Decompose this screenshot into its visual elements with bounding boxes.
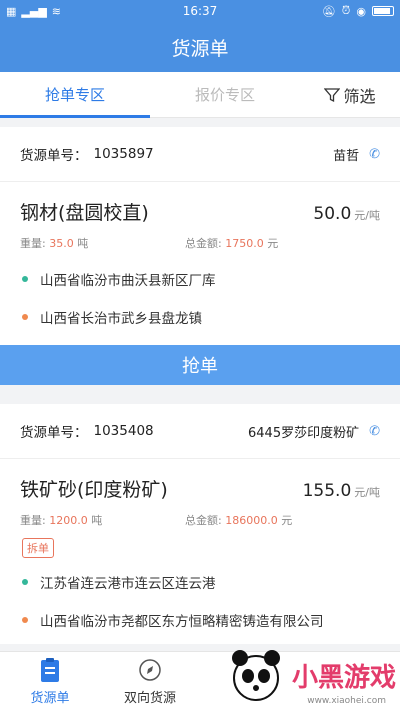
destination-address: 山西省长治市武乡县盘龙镇	[0, 307, 400, 327]
unit-price: 155.0	[302, 481, 352, 501]
tab-bar: 抢单专区 报价专区 筛选	[0, 72, 400, 118]
watermark-url: www.xiaohei.com	[307, 696, 386, 706]
order-no: 1035897	[93, 146, 154, 162]
weight-unit: 吨	[77, 237, 89, 250]
amount-value: 186000.0	[225, 514, 278, 527]
location-icon: ◉	[356, 4, 366, 18]
watermark-logo: 小黑游戏 www.xiaohei.com	[206, 640, 396, 710]
order-no-label: 货源单号：	[20, 425, 88, 441]
grab-order-button[interactable]: 抢单	[0, 345, 400, 385]
sim-icon: ▦	[6, 4, 17, 18]
wifi-icon: ≋	[51, 4, 62, 18]
amount-unit: 元	[267, 237, 279, 250]
order-header: 货源单号： 1035897 苗哲 ✆	[0, 127, 400, 182]
origin-text: 山西省临汾市曲沃县新区厂库	[40, 273, 216, 289]
order-card[interactable]: 货源单号： 1035408 6445罗莎印度粉矿 ✆ 铁矿砂(印度粉矿) 155…	[0, 404, 400, 644]
origin-address: 山西省临汾市曲沃县新区厂库	[0, 269, 400, 289]
mute-icon: 🔕︎	[321, 4, 336, 18]
weight-value: 35.0	[49, 237, 74, 250]
price-unit: 元/吨	[354, 486, 380, 499]
status-right: 🔕︎ ⏰︎ ◉	[254, 4, 394, 18]
amount-label: 总金额:	[185, 237, 226, 250]
weight-label: 重量:	[20, 514, 50, 527]
split-order-badge: 拆单	[22, 538, 54, 558]
origin-text: 江苏省连云港市连云区连云港	[40, 576, 216, 592]
weight-label: 重量:	[20, 237, 50, 250]
panda-icon	[231, 650, 280, 701]
nav-label: 双向货源	[123, 691, 176, 706]
destination-dot-icon	[22, 314, 28, 320]
origin-address: 江苏省连云港市连云区连云港	[0, 572, 400, 592]
phone-icon[interactable]: ✆	[369, 147, 380, 162]
compass-icon	[137, 657, 163, 683]
order-header: 货源单号： 1035408 6445罗莎印度粉矿 ✆	[0, 404, 400, 459]
origin-dot-icon	[22, 276, 28, 282]
nav-item-orders[interactable]: 货源单	[0, 652, 100, 711]
destination-text: 山西省临汾市尧都区东方恒略精密铸造有限公司	[40, 614, 324, 630]
order-no-label: 货源单号：	[20, 148, 88, 164]
nav-item-two-way[interactable]: 双向货源	[100, 652, 200, 711]
destination-text: 山西省长治市武乡县盘龙镇	[40, 311, 202, 327]
meta-row: 重量: 35.0 吨 总金额: 1750.0 元	[0, 235, 400, 251]
order-card[interactable]: 货源单号： 1035897 苗哲 ✆ 钢材(盘圆校直) 50.0 元/吨 重量:…	[0, 127, 400, 345]
tab-quote-orders[interactable]: 报价专区	[150, 72, 300, 117]
destination-address: 山西省临汾市尧都区东方恒略精密铸造有限公司	[0, 610, 400, 630]
filter-label: 筛选	[343, 86, 376, 106]
unit-price: 50.0	[313, 204, 352, 224]
status-left: ▦ ▂▄▆ ≋	[6, 5, 146, 18]
alarm-icon: ⏰︎	[341, 4, 351, 17]
status-time: 16:37	[182, 4, 218, 18]
funnel-icon	[324, 87, 341, 102]
destination-dot-icon	[22, 617, 28, 623]
clipboard-icon	[37, 657, 63, 683]
goods-row: 铁矿砂(印度粉矿) 155.0 元/吨	[0, 475, 400, 502]
page-title: 货源单	[0, 22, 400, 72]
signal-icon: ▂▄▆	[21, 4, 47, 18]
origin-dot-icon	[22, 579, 28, 585]
goods-name: 钢材(盘圆校直)	[20, 202, 149, 224]
goods-row: 钢材(盘圆校直) 50.0 元/吨	[0, 198, 400, 225]
filter-button[interactable]: 筛选	[300, 72, 400, 117]
contact-name: 苗哲	[333, 148, 360, 164]
watermark-text: 小黑游戏	[291, 662, 396, 693]
status-bar: ▦ ▂▄▆ ≋ 16:37 🔕︎ ⏰︎ ◉	[0, 0, 400, 22]
battery-icon	[372, 6, 394, 16]
weight-unit: 吨	[91, 514, 103, 527]
amount-label: 总金额:	[185, 514, 226, 527]
price-unit: 元/吨	[354, 209, 380, 222]
nav-label: 货源单	[30, 691, 70, 706]
amount-value: 1750.0	[225, 237, 264, 250]
phone-icon[interactable]: ✆	[369, 424, 380, 439]
tab-grab-orders[interactable]: 抢单专区	[0, 72, 150, 118]
order-no: 1035408	[93, 423, 154, 439]
goods-name: 铁矿砂(印度粉矿)	[20, 479, 168, 501]
weight-value: 1200.0	[49, 514, 88, 527]
meta-row: 重量: 1200.0 吨 总金额: 186000.0 元	[0, 512, 400, 528]
contact-name: 6445罗莎印度粉矿	[248, 425, 360, 441]
amount-unit: 元	[281, 514, 293, 527]
